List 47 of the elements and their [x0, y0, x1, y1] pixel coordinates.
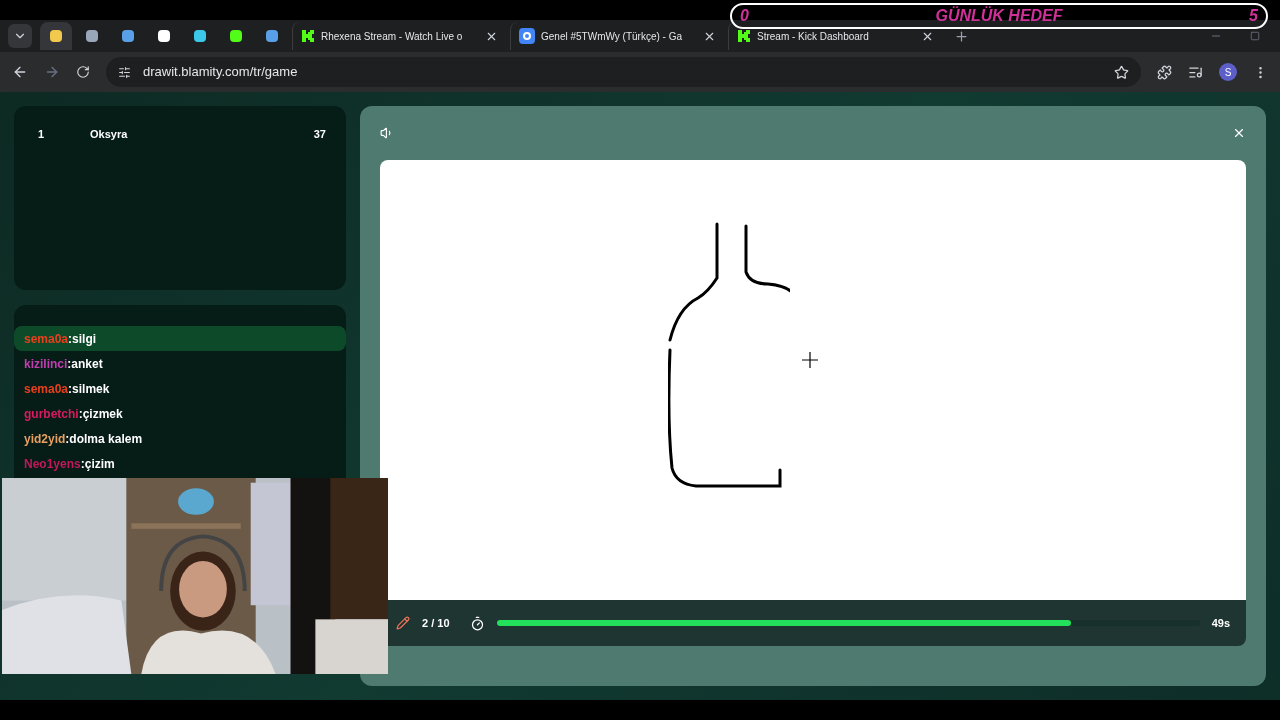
forward-icon[interactable] [44, 64, 60, 80]
google-tab-icon [519, 28, 535, 44]
crosshair-cursor-icon [802, 352, 818, 368]
chat-separator: : [65, 430, 70, 448]
tab-search-button[interactable] [8, 24, 32, 48]
chat-username: yid2yid [24, 430, 66, 448]
chat-separator: : [78, 405, 83, 423]
kick-tab-icon [737, 29, 751, 43]
round-counter: 2 / 10 [422, 615, 450, 631]
chat-separator: : [67, 355, 72, 373]
chat-separator: : [80, 455, 85, 473]
address-bar[interactable]: drawit.blamity.com/tr/game [106, 57, 1141, 87]
tab-title: Stream - Kick Dashboard [757, 29, 870, 44]
kick-tab-icon [301, 29, 315, 43]
browser-tab[interactable]: Rhexena Stream - Watch Live o [292, 22, 506, 50]
chat-separator: : [68, 380, 73, 398]
chat-username: sema0a [24, 330, 69, 348]
player-score: 37 [313, 127, 326, 142]
rank-number: 1 [37, 127, 46, 142]
bookmark-icon[interactable] [1114, 64, 1129, 80]
browser-tab[interactable] [40, 22, 72, 50]
time-remaining: 49s [1211, 615, 1230, 631]
url-text: drawit.blamity.com/tr/game [143, 63, 299, 82]
chat-username: Neo1yens [24, 455, 81, 473]
chat-username: kizilinci [24, 355, 68, 373]
chat-text: anket [71, 355, 103, 373]
reload-icon[interactable] [76, 65, 90, 79]
chat-text: silgi [72, 330, 97, 348]
chat-username: gurbetchi [24, 405, 79, 423]
chat-username: sema0a [24, 380, 69, 398]
site-info-icon[interactable] [118, 65, 131, 79]
timer-icon [469, 615, 485, 631]
chat-text: dolma kalem [69, 430, 143, 448]
new-tab-icon[interactable] [954, 28, 969, 44]
tab-title: Rhexena Stream - Watch Live o [321, 29, 464, 44]
player-name: Oksyra [90, 127, 129, 142]
browser-tab[interactable]: Stream - Kick Dashboard [728, 22, 942, 50]
media-icon[interactable] [1188, 64, 1203, 80]
pencil-icon [396, 616, 410, 630]
tab-title: Genel #5TWmWy (Türkçe) - Ga [541, 29, 684, 44]
profile-avatar[interactable]: S [1219, 63, 1237, 81]
chat-text: silmek [72, 380, 110, 398]
browser-tab[interactable]: Genel #5TWmWy (Türkçe) - Ga [510, 22, 724, 50]
chat-separator: : [68, 330, 73, 348]
goal-target: 5 [1249, 6, 1258, 26]
back-icon[interactable] [12, 64, 28, 80]
extensions-icon[interactable] [1157, 64, 1172, 80]
